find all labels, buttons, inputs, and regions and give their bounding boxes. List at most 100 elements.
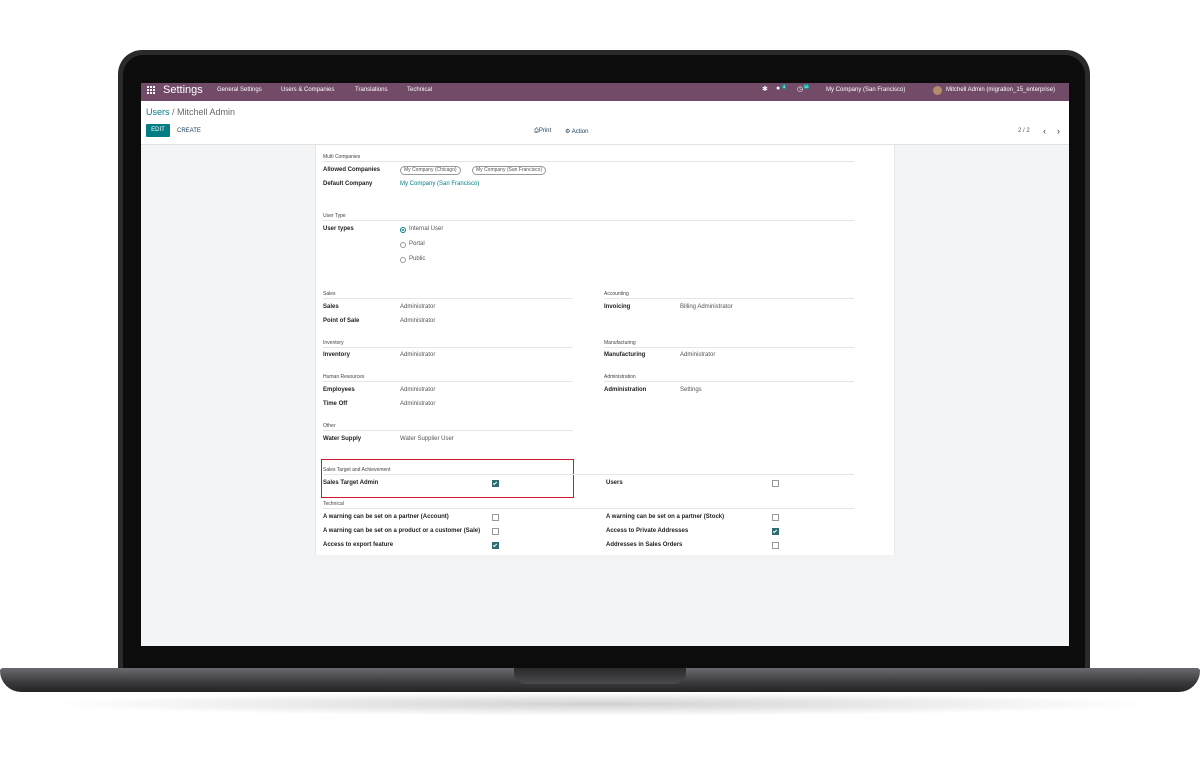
field-value[interactable]: Billing Administrator — [680, 304, 733, 310]
edit-button[interactable]: EDIT — [146, 124, 170, 137]
user-avatar[interactable] — [933, 86, 942, 95]
field-value[interactable]: Administrator — [400, 387, 435, 393]
create-button[interactable]: CREATE — [177, 128, 201, 134]
breadcrumb-separator: / — [169, 107, 178, 117]
menu-translations[interactable]: Translations — [355, 87, 387, 93]
divider — [323, 508, 854, 509]
section-sales-target: Sales Target and Achievement — [323, 467, 391, 473]
field-label: Access to Private Addresses — [606, 528, 689, 534]
divider — [323, 220, 854, 221]
user-types-label: User types — [323, 226, 354, 232]
field-label: Access to export feature — [323, 542, 394, 548]
bug-icon[interactable]: ✱ — [762, 85, 768, 93]
divider — [323, 347, 573, 348]
divider — [323, 430, 573, 431]
user-menu[interactable]: Mitchell Admin (migration_15_enterprise) — [946, 87, 1055, 93]
radio-public[interactable] — [400, 257, 406, 263]
pager-next-button[interactable]: › — [1057, 126, 1060, 136]
checkbox[interactable] — [772, 542, 779, 549]
breadcrumb-current: Mitchell Admin — [177, 107, 236, 117]
menu-general-settings[interactable]: General Settings — [217, 87, 262, 93]
divider — [604, 381, 854, 382]
field-label: Sales Target Admin — [323, 480, 379, 486]
field-label: Invoicing — [604, 304, 631, 310]
field-value[interactable]: Water Supplier User — [400, 436, 454, 442]
checkbox[interactable] — [772, 528, 779, 535]
print-dropdown[interactable]: ⎙Print — [534, 128, 551, 135]
field-label: Users — [606, 480, 623, 486]
app-screen: Settings General Settings Users & Compan… — [141, 83, 1069, 646]
apps-menu-icon[interactable] — [147, 86, 156, 95]
field-value[interactable]: Administrator — [400, 401, 435, 407]
divider — [323, 381, 573, 382]
app-title[interactable]: Settings — [163, 84, 203, 96]
action-label: Action — [571, 129, 589, 135]
checkbox-sales-target-users[interactable] — [772, 480, 779, 487]
section-inventory: Inventory — [323, 340, 344, 346]
radio-label-internal-user: Internal User — [409, 226, 444, 232]
divider — [323, 474, 854, 475]
section-other: Other — [323, 423, 336, 429]
field-label: Inventory — [323, 352, 351, 358]
section-accounting: Accounting — [604, 291, 629, 297]
highlight-box — [321, 459, 574, 498]
pager-previous-button[interactable]: ‹ — [1043, 126, 1046, 136]
section-manufacturing: Manufacturing — [604, 340, 636, 346]
activity-icon[interactable]: ◷ 16 — [797, 84, 810, 93]
divider — [323, 298, 573, 299]
divider — [604, 347, 854, 348]
checkbox[interactable] — [772, 514, 779, 521]
field-value[interactable]: Settings — [680, 387, 702, 393]
checkbox-sales-target-admin[interactable] — [492, 480, 499, 487]
field-value[interactable]: Administrator — [400, 304, 435, 310]
top-navbar: Settings General Settings Users & Compan… — [141, 83, 1069, 101]
default-company-label: Default Company — [323, 181, 373, 187]
print-label: Print — [538, 128, 552, 134]
field-label: Water Supply — [323, 436, 362, 442]
section-administration: Administration — [604, 374, 636, 380]
pager-value[interactable]: 2 / 2 — [1018, 128, 1030, 134]
laptop-shadow — [40, 692, 1160, 716]
breadcrumb: Users / Mitchell Admin — [146, 107, 235, 117]
divider — [604, 298, 854, 299]
default-company-link[interactable]: My Company (San Francisco) — [400, 181, 479, 187]
checkbox[interactable] — [492, 542, 499, 549]
messages-badge: 4 — [782, 84, 787, 89]
menu-users-companies[interactable]: Users & Companies — [281, 87, 334, 93]
section-human-resources: Human Resources — [323, 374, 365, 380]
control-panel: Users / Mitchell Admin EDIT CREATE ⎙Prin… — [141, 101, 1069, 145]
radio-portal[interactable] — [400, 242, 406, 248]
field-label: Addresses in Sales Orders — [606, 542, 683, 548]
gear-icon: ⚙ — [565, 129, 571, 135]
messages-icon[interactable]: ● 4 — [776, 84, 787, 92]
checkbox[interactable] — [492, 514, 499, 521]
field-label: Administration — [604, 387, 647, 393]
section-sales: Sales — [323, 291, 336, 297]
breadcrumb-users[interactable]: Users — [146, 107, 170, 117]
field-value[interactable]: Administrator — [400, 318, 435, 324]
field-label: A warning can be set on a partner (Stock… — [606, 514, 725, 520]
menu-technical[interactable]: Technical — [407, 87, 432, 93]
checkbox[interactable] — [492, 528, 499, 535]
company-tag[interactable]: My Company (San Francisco) — [472, 166, 547, 175]
section-user-type: User Type — [323, 213, 346, 219]
field-value[interactable]: Administrator — [400, 352, 435, 358]
company-tag[interactable]: My Company (Chicago) — [400, 166, 461, 175]
field-label: Employees — [323, 387, 355, 393]
section-technical: Technical — [323, 501, 344, 507]
activity-badge: 16 — [803, 84, 810, 89]
allowed-companies-label: Allowed Companies — [323, 167, 381, 173]
field-label: Manufacturing — [604, 352, 646, 358]
field-label: A warning can be set on a partner (Accou… — [323, 514, 449, 520]
section-multi-companies: Multi Companies — [323, 154, 361, 160]
action-dropdown[interactable]: ⚙ Action — [565, 128, 588, 135]
field-label: Sales — [323, 304, 339, 310]
form-sheet: Multi Companies Allowed Companies My Com… — [315, 145, 895, 555]
divider — [323, 161, 854, 162]
radio-label-portal: Portal — [409, 241, 425, 247]
field-label: A warning can be set on a product or a c… — [323, 528, 481, 534]
field-value[interactable]: Administrator — [680, 352, 715, 358]
radio-internal-user[interactable] — [400, 227, 406, 233]
company-switcher[interactable]: My Company (San Francisco) — [826, 87, 905, 93]
field-label: Time Off — [323, 401, 348, 407]
